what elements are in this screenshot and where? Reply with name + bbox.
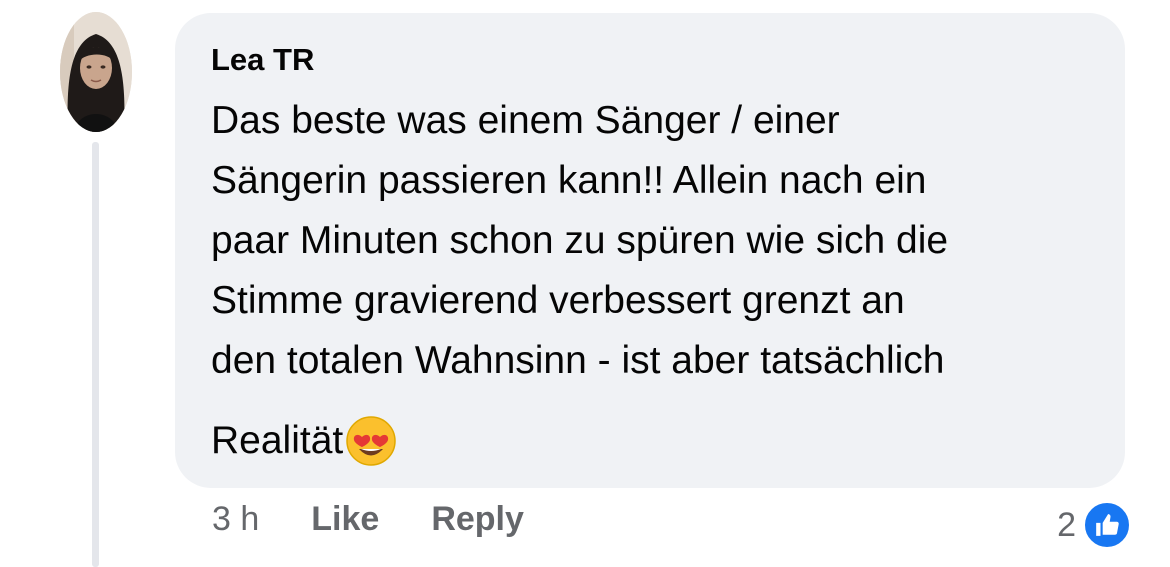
comment-last-line: Realität — [211, 411, 1089, 471]
comment-bubble: Lea TR Das beste was einem Sänger / eine… — [175, 13, 1125, 488]
reply-button[interactable]: Reply — [431, 500, 524, 539]
comment-text-line-1: Das beste was einem Sänger / einer — [211, 99, 840, 142]
thumbs-up-icon — [1082, 500, 1132, 550]
comment-text-line-2: Sängerin passieren kann!! Allein nach ei… — [211, 159, 927, 202]
reaction-count: 2 — [1057, 505, 1076, 544]
comment-text-line-6: Realität — [211, 419, 344, 462]
comment-author[interactable]: Lea TR — [211, 41, 1089, 79]
thread-line — [92, 142, 99, 567]
comment-actions: 3 h Like Reply — [212, 500, 576, 539]
heart-eyes-emoji-icon — [345, 415, 397, 467]
comment-text-line-3: paar Minuten schon zu spüren wie sich di… — [211, 219, 949, 262]
reaction-summary[interactable]: 2 — [1057, 500, 1132, 550]
comment-timestamp[interactable]: 3 h — [212, 500, 259, 539]
comment-text-line-5: den totalen Wahnsinn - ist aber tatsächl… — [211, 339, 945, 382]
avatar[interactable] — [60, 12, 132, 132]
comment-text-line-4: Stimme gravierend verbessert grenzt an — [211, 279, 905, 322]
like-button[interactable]: Like — [311, 500, 379, 539]
